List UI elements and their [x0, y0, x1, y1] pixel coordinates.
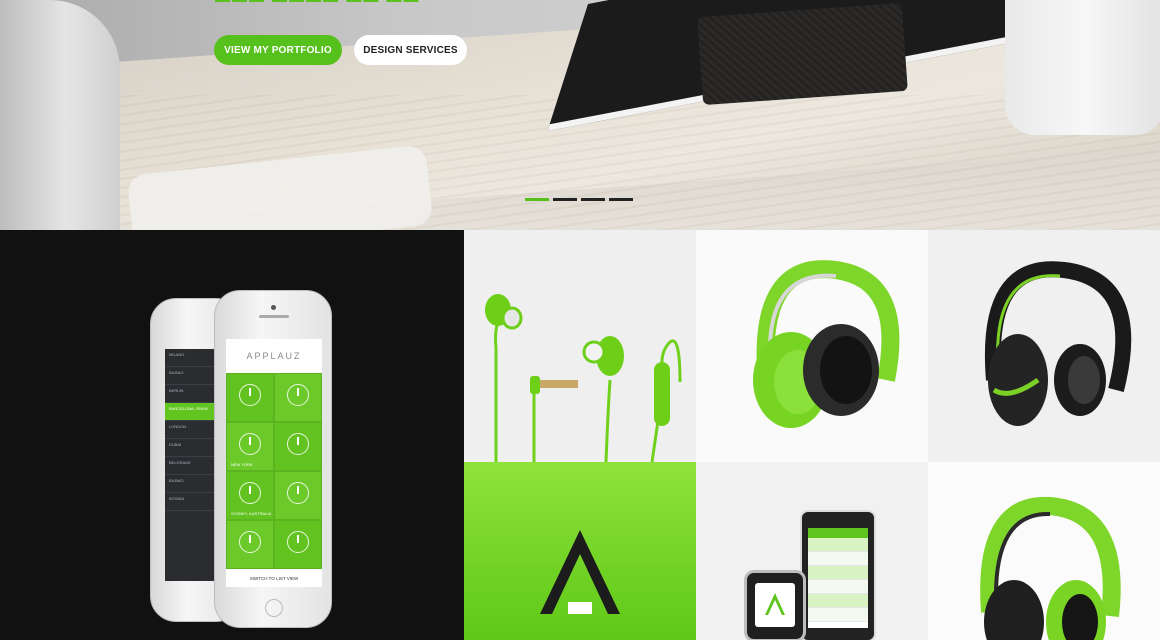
clock-icon: [287, 531, 309, 553]
portfolio-item-headphones[interactable]: [928, 462, 1160, 640]
phone-front-image: APPLAUZ NEW YORK SYDNEY, AUSTRALIA SWITC…: [214, 290, 332, 628]
app-clock-grid: NEW YORK SYDNEY, AUSTRALIA: [226, 373, 322, 569]
smartphone-screen: [808, 528, 868, 628]
design-services-button[interactable]: DESIGN SERVICES: [354, 35, 467, 65]
list-item: [808, 538, 868, 552]
smartphone-image: [800, 510, 876, 640]
slider-dot-1[interactable]: [525, 198, 549, 201]
clock-icon: [287, 482, 309, 504]
slider-pagination: [525, 198, 633, 201]
clock-icon: [239, 482, 261, 504]
clock-icon: [239, 531, 261, 553]
city-label: NEW YORK: [231, 462, 253, 467]
phone-camera: [271, 305, 276, 310]
slider-dot-2[interactable]: [553, 198, 577, 201]
view-portfolio-button[interactable]: VIEW MY PORTFOLIO: [214, 35, 342, 65]
clock-icon: [239, 384, 261, 406]
clock-cell: [274, 373, 322, 422]
portfolio-item-black-headphones[interactable]: [928, 230, 1160, 462]
list-item: [808, 580, 868, 594]
phone-speaker: [259, 315, 289, 318]
portfolio-item-phone-app[interactable]: MILANO BILBAO BERLIN BARCELONA, SPAIN LO…: [0, 230, 464, 640]
list-item: [808, 594, 868, 608]
portfolio-item-logo[interactable]: [464, 462, 696, 640]
phone-front-screen: APPLAUZ NEW YORK SYDNEY, AUSTRALIA SWITC…: [226, 339, 322, 587]
list-item: [808, 608, 868, 622]
smartwatch-screen: [755, 583, 795, 627]
headphones-icon: [984, 261, 1132, 426]
headphones-icon: [980, 496, 1121, 640]
lamp-shape: [0, 0, 120, 230]
app-footer: SWITCH TO LIST VIEW: [226, 569, 322, 587]
phone-home-button: [265, 599, 283, 617]
clock-cell: NEW YORK: [226, 422, 274, 471]
earbuds-icon: [485, 294, 682, 462]
clock-icon: [239, 433, 261, 455]
portfolio-item-earbuds[interactable]: [464, 230, 696, 462]
app-bar: [808, 528, 868, 538]
list-item: [808, 566, 868, 580]
city-label: SYDNEY, AUSTRALIA: [231, 511, 272, 516]
clock-icon: [287, 384, 309, 406]
hero-slider: ▬▬▬ ▬▬▬▬ ▬▬ ▬▬ VIEW MY PORTFOLIO DESIGN …: [0, 0, 1160, 230]
slider-dot-4[interactable]: [609, 198, 633, 201]
smartwatch-image: [744, 570, 806, 640]
clock-cell: [274, 520, 322, 569]
a-logo-icon: [540, 530, 620, 614]
portfolio-item-green-headphones[interactable]: [696, 230, 928, 462]
headphones-icon: [753, 260, 900, 428]
clock-cell: [274, 422, 322, 471]
portfolio-item-devices[interactable]: [696, 462, 928, 640]
a-logo-icon: [765, 593, 785, 615]
list-item: [808, 552, 868, 566]
clock-cell: [274, 471, 322, 520]
hero-tagline-partial: ▬▬▬ ▬▬▬▬ ▬▬ ▬▬: [215, 0, 421, 5]
slider-dot-3[interactable]: [581, 198, 605, 201]
app-title: APPLAUZ: [246, 351, 302, 361]
clock-icon: [287, 433, 309, 455]
clock-cell: [226, 520, 274, 569]
clock-cell: [226, 373, 274, 422]
hard-drive-shape: [697, 2, 908, 106]
clock-cell: SYDNEY, AUSTRALIA: [226, 471, 274, 520]
mug-shape: [1005, 0, 1160, 135]
